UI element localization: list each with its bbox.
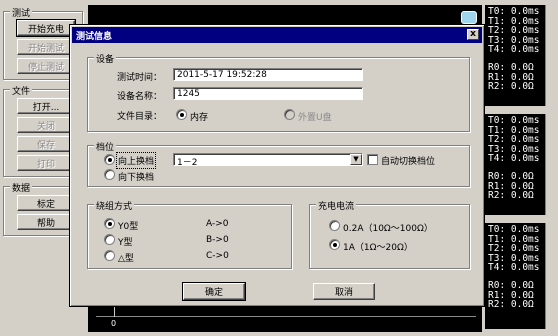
test-group-title: 测试 [10,6,33,19]
auto-switch-checkbox[interactable] [367,154,378,165]
winding-y0-radio[interactable] [104,218,115,229]
device-name-label: 设备名称： [117,92,163,102]
tap-up-label: 向上换档 [115,152,157,169]
test-time-label: 测试时间： [117,73,163,83]
print-button[interactable]: 打印 [17,155,75,171]
dir-memory-label: 内存 [190,113,209,123]
readout-panel-2: T0: 0.0ms T1: 0.0ms T2: 0.0ms T3: 0.0ms … [485,114,554,215]
test-info-dialog: 测试信息 x 设备 测试时间： 2011-5-17 19:52:28 设备名称：… [69,24,485,307]
tap-down-radio[interactable] [104,169,115,180]
winding-delta-label: △型 [118,254,134,264]
current-0-2a-radio[interactable] [329,220,340,231]
readout-panel-1: T0: 0.0ms T1: 0.0ms T2: 0.0ms T3: 0.0ms … [485,5,554,106]
save-button[interactable]: 保存 [17,136,75,152]
data-group-title: 数据 [10,181,33,194]
current-1a-label: 1A（1Ω～20Ω） [343,243,413,253]
winding-y-label: Y型 [118,238,133,248]
start-test-button[interactable]: 开始测试 [17,39,75,55]
ok-button[interactable]: 确定 [182,282,246,301]
cancel-button[interactable]: 取消 [313,283,375,300]
file-group-title: 文件 [10,84,33,97]
dir-usb-radio[interactable] [284,109,295,120]
close-icon[interactable]: x [467,29,479,40]
scope-axis-line [96,316,476,317]
tap-range-select-value: 1－2 [177,158,198,168]
readout-panel-3: T0: 0.0ms T1: 0.0ms T2: 0.0ms T3: 0.0ms … [485,223,554,329]
scope-status-icon [461,11,477,24]
close-file-button[interactable]: 关闭 [17,117,75,133]
dialog-titlebar[interactable]: 测试信息 x [72,27,482,43]
current-1a-radio[interactable] [329,239,340,250]
dir-usb-label: 外置U盘 [298,113,332,123]
charge-current-group-title: 充电电流 [316,199,357,212]
calibrate-button[interactable]: 标定 [17,195,75,211]
winding-a-mapping: A->0 [206,219,229,229]
device-name-field[interactable]: 1245 [173,87,363,100]
winding-b-mapping: B->0 [206,235,229,245]
readout-scrollbar[interactable] [545,5,554,106]
test-time-field[interactable]: 2011-5-17 19:52:28 [173,68,363,81]
winding-group-title: 绕组方式 [94,199,135,212]
file-dir-label: 文件目录： [117,112,163,122]
tap-down-label: 向下换档 [118,173,155,183]
tap-group-title: 档位 [94,140,117,153]
dialog-title: 测试信息 [76,31,113,42]
scope-axis-zero: 0 [111,319,117,328]
open-button[interactable]: 打开... [17,98,75,114]
tap-up-radio[interactable] [104,154,115,165]
charge-current-group: 充电电流 [309,199,470,269]
help-button[interactable]: 帮助 [17,214,75,230]
readout-scrollbar[interactable] [545,114,554,215]
start-charge-button[interactable]: 开始充电 [16,19,76,37]
winding-delta-radio[interactable] [104,250,115,261]
tap-range-select[interactable]: 1－2 [173,153,363,168]
readout-scrollbar[interactable] [545,223,554,329]
current-0-2a-label: 0.2A（10Ω～100Ω） [343,224,433,234]
winding-y-radio[interactable] [104,234,115,245]
stop-test-button[interactable]: 停止测试 [17,58,75,74]
auto-switch-label: 自动切换档位 [381,157,436,167]
chevron-down-icon[interactable]: ▼ [350,154,362,165]
winding-c-mapping: C->0 [206,251,229,261]
winding-y0-label: Y0型 [118,222,139,232]
dir-memory-radio[interactable] [176,109,187,120]
device-group-title: 设备 [94,52,117,65]
